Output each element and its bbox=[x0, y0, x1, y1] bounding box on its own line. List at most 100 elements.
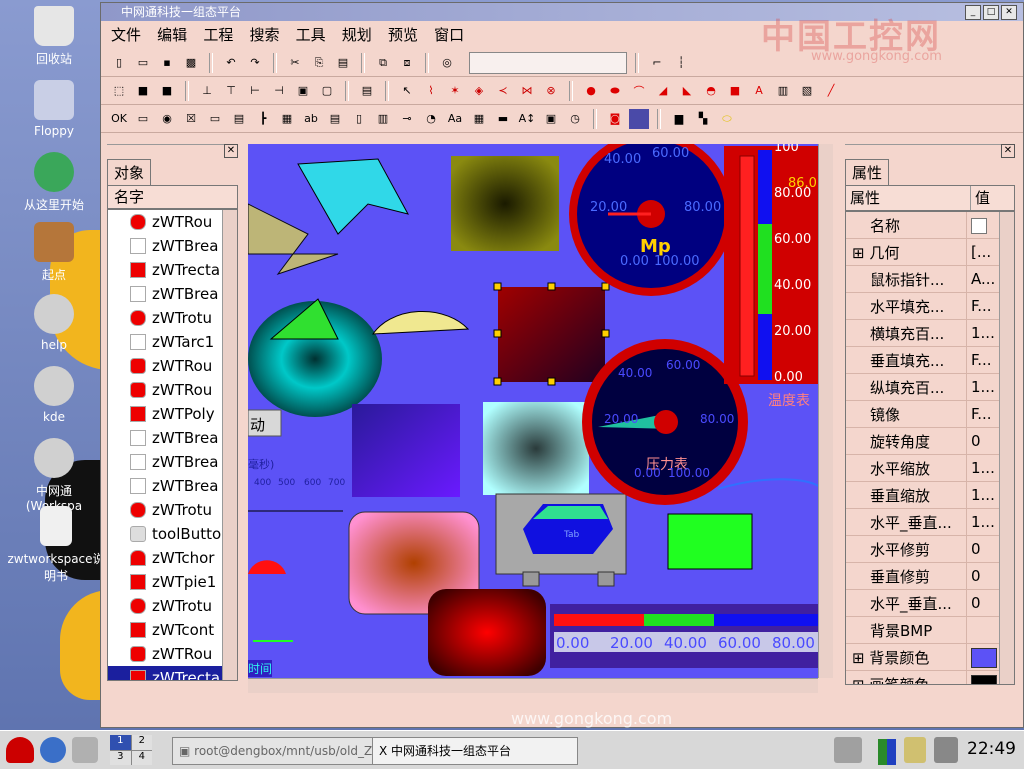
property-row[interactable]: 水平_垂直... 1... bbox=[846, 509, 1014, 536]
find-icon[interactable]: ◎ bbox=[437, 53, 457, 73]
list-item[interactable]: zWTpie1 bbox=[108, 570, 237, 594]
picture-icon[interactable] bbox=[629, 108, 649, 129]
circle-icon[interactable]: ● bbox=[581, 81, 601, 101]
menu-search[interactable]: 搜索 bbox=[249, 26, 279, 44]
column-header-value[interactable]: 值 bbox=[970, 186, 1014, 210]
list-item[interactable]: zWTchor bbox=[108, 546, 237, 570]
property-row[interactable]: 鼠标指针... A... bbox=[846, 266, 1014, 293]
property-row[interactable]: 水平缩放 1... bbox=[846, 455, 1014, 482]
ungroup-icon[interactable]: ⧈ bbox=[397, 53, 417, 73]
pen-color-swatch[interactable] bbox=[971, 674, 997, 684]
list-item[interactable]: zWTBrea bbox=[108, 426, 237, 450]
browser-icon[interactable] bbox=[40, 737, 66, 763]
tab-properties[interactable]: 属性 bbox=[845, 159, 890, 185]
network-icon[interactable]: ▚ bbox=[693, 109, 713, 129]
save-all-icon[interactable]: ▩ bbox=[181, 53, 201, 73]
chord-icon[interactable]: ◓ bbox=[701, 81, 721, 101]
property-row[interactable]: 镜像 F... bbox=[846, 401, 1014, 428]
tab-objects[interactable]: 对象 bbox=[107, 159, 152, 185]
bring-front-icon[interactable]: ▣ bbox=[293, 81, 313, 101]
workspace-3[interactable]: 3 bbox=[110, 750, 131, 765]
desktop-icon-start-here[interactable]: 从这里开始 bbox=[8, 152, 100, 213]
list-item[interactable]: zWTrotu bbox=[108, 306, 237, 330]
disk-icon[interactable] bbox=[834, 737, 862, 763]
list-item[interactable]: zWTPoly bbox=[108, 402, 237, 426]
radio-icon[interactable]: ◉ bbox=[157, 109, 177, 129]
minimize-button[interactable]: _ bbox=[965, 5, 981, 20]
text-icon[interactable]: A bbox=[749, 81, 769, 101]
progress-icon[interactable]: ▬ bbox=[493, 109, 513, 129]
desktop-icon-trash[interactable]: 回收站 bbox=[8, 6, 100, 67]
polygon-icon[interactable]: ◣ bbox=[677, 81, 697, 101]
save-icon[interactable]: ▪ bbox=[157, 53, 177, 73]
table-icon[interactable]: ▦ bbox=[277, 109, 297, 129]
property-list[interactable]: 名称 ⊞ 几何 [... 鼠标指针... A... 水平填充... F... 横填充百… bbox=[845, 211, 1015, 685]
task-app[interactable]: X 中网通科技一组态平台 bbox=[372, 737, 578, 765]
list-item-selected[interactable]: zWTrecta bbox=[108, 666, 237, 680]
layer-icon[interactable]: ▤ bbox=[357, 81, 377, 101]
break-icon[interactable]: ⌇ bbox=[421, 81, 441, 101]
list-scrollbar[interactable] bbox=[222, 210, 237, 680]
workspace-2[interactable]: 2 bbox=[131, 735, 152, 750]
document-icon[interactable]: ▯ bbox=[349, 109, 369, 129]
canvas-vscrollbar[interactable] bbox=[818, 144, 833, 678]
list-item[interactable]: zWTRou bbox=[108, 210, 237, 234]
column-header-name[interactable]: 名字 bbox=[107, 185, 238, 209]
property-row[interactable]: 垂直填充... F... bbox=[846, 347, 1014, 374]
canvas-button-label[interactable]: 动 bbox=[250, 414, 265, 435]
arc-icon[interactable]: ⌒ bbox=[629, 81, 649, 101]
canvas-hscrollbar[interactable] bbox=[248, 678, 818, 693]
pie-icon[interactable]: ◢ bbox=[653, 81, 673, 101]
clipboard-icon[interactable] bbox=[904, 737, 926, 763]
property-row[interactable]: 水平填充... F... bbox=[846, 293, 1014, 320]
date-icon[interactable]: ▣ bbox=[541, 109, 561, 129]
property-row[interactable]: ⊞ 背景颜色 bbox=[846, 644, 1014, 671]
workspace-4[interactable]: 4 bbox=[131, 750, 152, 765]
lcd-icon[interactable]: ▦ bbox=[469, 109, 489, 129]
group-icon[interactable]: ⧉ bbox=[373, 53, 393, 73]
list-item[interactable]: zWTcont bbox=[108, 618, 237, 642]
break2-icon[interactable]: ✶ bbox=[445, 81, 465, 101]
break3-icon[interactable]: ◈ bbox=[469, 81, 489, 101]
design-canvas[interactable]: Mp 40.00 60.00 20.00 80.00 0.00 100.00 1… bbox=[248, 144, 818, 678]
desktop-icon-workspace[interactable]: 中网通(Workspa bbox=[8, 438, 100, 513]
round-rect-icon[interactable]: ⬬ bbox=[605, 81, 625, 101]
align-left-icon[interactable]: ⊢ bbox=[245, 81, 265, 101]
expand-icon[interactable]: ⊞ bbox=[852, 676, 869, 685]
menu-project[interactable]: 工程 bbox=[203, 26, 233, 44]
list-item[interactable]: zWTBrea bbox=[108, 234, 237, 258]
list-item[interactable]: zWTBrea bbox=[108, 282, 237, 306]
list-item[interactable]: zWTBrea bbox=[108, 450, 237, 474]
list-item[interactable]: zWTRou bbox=[108, 354, 237, 378]
rectangle-icon[interactable]: ■ bbox=[725, 81, 745, 101]
gauge-icon[interactable]: ◙ bbox=[605, 109, 625, 129]
groupbox-icon[interactable]: ▭ bbox=[205, 109, 225, 129]
label-icon[interactable]: ab bbox=[301, 109, 321, 129]
column-header-property[interactable]: 属性 bbox=[846, 186, 970, 210]
list-item[interactable]: toolButto bbox=[108, 522, 237, 546]
copy-icon[interactable]: ⎘ bbox=[309, 53, 329, 73]
slider-icon[interactable]: ⊸ bbox=[397, 109, 417, 129]
fill2-icon[interactable]: ■ bbox=[157, 81, 177, 101]
spin-icon[interactable]: A↕ bbox=[517, 109, 537, 129]
align-top-icon[interactable]: ⊤ bbox=[221, 81, 241, 101]
send-back-icon[interactable]: ▢ bbox=[317, 81, 337, 101]
pointer-icon[interactable]: ↖ bbox=[397, 81, 417, 101]
menu-file[interactable]: 文件 bbox=[111, 26, 141, 44]
break5-icon[interactable]: ⋈ bbox=[517, 81, 537, 101]
task-terminal[interactable]: ▣ root@dengbox/mnt/usb/old_ZWTW bbox=[172, 737, 374, 765]
align-right-icon[interactable]: ⊣ bbox=[269, 81, 289, 101]
redhat-menu-icon[interactable] bbox=[6, 737, 34, 763]
edit-icon[interactable] bbox=[971, 217, 987, 234]
undo-icon[interactable]: ↶ bbox=[221, 53, 241, 73]
clock-icon[interactable]: ◷ bbox=[565, 109, 585, 129]
tab-icon[interactable]: ▤ bbox=[229, 109, 249, 129]
list-item[interactable]: zWTarc1 bbox=[108, 330, 237, 354]
property-row[interactable]: ⊞ 几何 [... bbox=[846, 239, 1014, 266]
menu-plan[interactable]: 规划 bbox=[342, 26, 372, 44]
dial-icon[interactable]: ◔ bbox=[421, 109, 441, 129]
object-list[interactable]: zWTRou zWTBrea zWTrecta zWTBrea zWTrotu … bbox=[107, 209, 238, 681]
expand-icon[interactable]: ⊞ bbox=[852, 244, 869, 262]
desktop-icon-help[interactable]: help bbox=[8, 294, 100, 352]
list-item[interactable]: zWTrecta bbox=[108, 258, 237, 282]
